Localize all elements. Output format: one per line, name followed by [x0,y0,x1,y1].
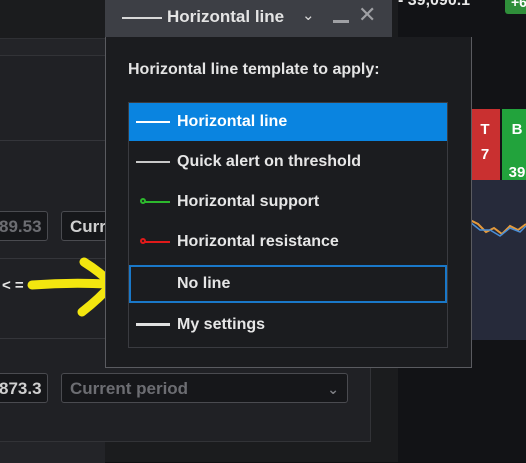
quote-tile-red: T 7 [470,109,500,184]
line-swatch-icon [136,161,170,163]
chevron-down-icon[interactable]: ⌄ [302,6,315,24]
resistance-line-swatch-icon [144,241,170,243]
tile-number: 39 [508,164,526,181]
template-item-horizontal-support[interactable]: Horizontal support [129,183,447,221]
minimize-button[interactable] [333,20,349,23]
dialog-title: Horizontal line [167,7,285,26]
ticker-change-badge: +6 [505,0,526,14]
period-select[interactable]: Current period ⌄ [61,373,348,403]
tile-letter: T [480,121,490,138]
mini-chart [469,180,526,340]
resistance-dot-icon [140,238,146,244]
tile-letter: B [511,121,523,138]
dialog-header[interactable]: Horizontal line ⌄ ✕ [105,0,392,37]
template-item-horizontal-line[interactable]: Horizontal line [129,103,447,141]
template-item-horizontal-resistance[interactable]: Horizontal resistance [129,223,447,261]
support-line-swatch-icon [144,201,170,203]
mini-chart-line [469,219,526,237]
background-divider [0,338,105,339]
tile-number: 7 [480,146,490,163]
template-prompt: Horizontal line template to apply: [128,61,380,78]
horizontal-line-icon [122,17,162,19]
support-dot-icon [140,198,146,204]
close-button[interactable]: ✕ [358,2,376,28]
thick-line-swatch-icon [136,323,170,326]
chevron-down-icon: ⌄ [327,381,339,397]
background-divider [0,140,105,141]
value-field[interactable]: 873.3 [0,373,48,403]
template-list: Horizontal line Quick alert on threshold… [128,102,448,348]
template-item-quick-alert[interactable]: Quick alert on threshold [129,143,447,181]
line-swatch-icon [136,121,170,123]
template-item-my-settings[interactable]: My settings [129,306,447,344]
quote-tile-green: B 39 [502,109,526,184]
template-item-no-line[interactable]: No line [129,265,447,303]
price-field[interactable]: 89.53 [0,211,48,241]
